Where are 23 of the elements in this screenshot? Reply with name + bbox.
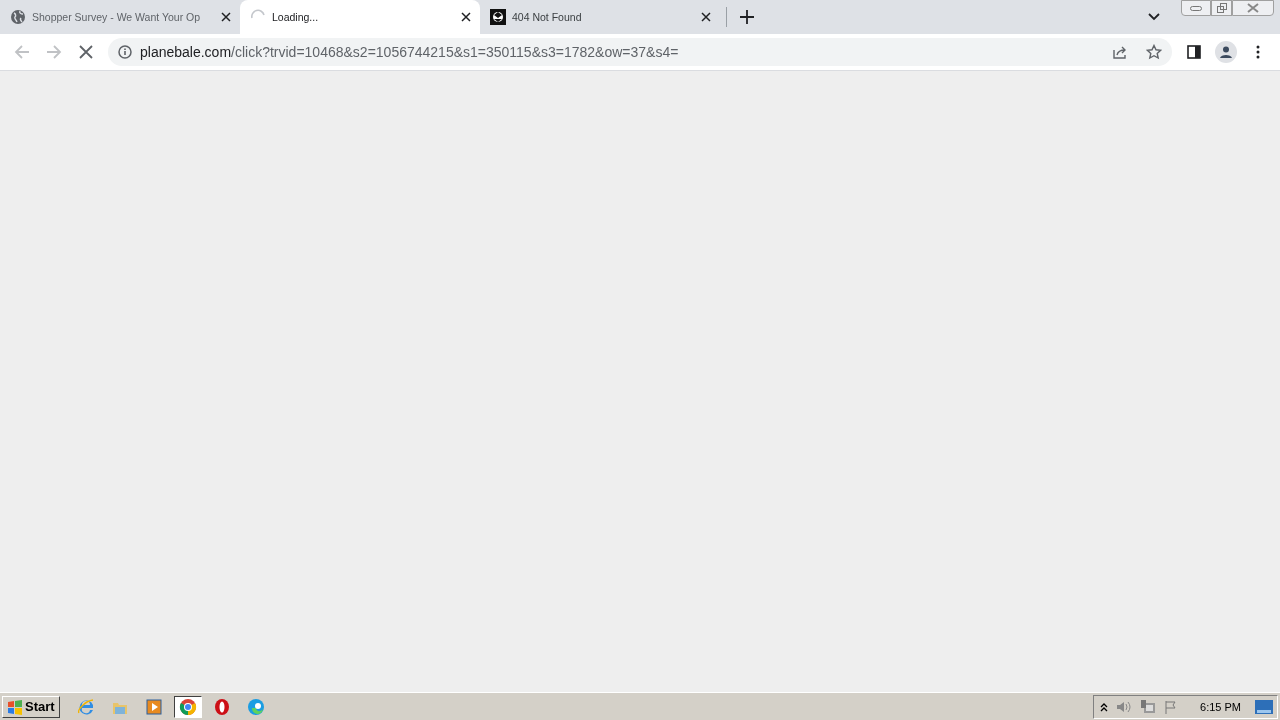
show-desktop-icon[interactable] bbox=[1255, 699, 1273, 714]
windows-logo-icon bbox=[7, 698, 23, 715]
browser-tab[interactable]: Loading... bbox=[240, 0, 480, 34]
address-bar[interactable]: planebale.com/click?trvid=10468&s2=1056744215&s1=350115&s3=1782&ow=37&s4= bbox=[108, 38, 1172, 66]
close-button[interactable] bbox=[1232, 0, 1274, 16]
restore-icon bbox=[1216, 3, 1227, 13]
minimize-button[interactable] bbox=[1181, 0, 1211, 16]
browser-tab[interactable]: 404 Not Found bbox=[480, 0, 720, 34]
star-icon[interactable] bbox=[1146, 44, 1162, 60]
restore-button[interactable] bbox=[1211, 0, 1232, 16]
minimize-icon bbox=[1190, 5, 1202, 11]
url-text: planebale.com/click?trvid=10468&s2=1056744215&s1=350115&s3=1782&ow=37&s4= bbox=[140, 44, 680, 60]
start-button[interactable]: Start bbox=[2, 695, 60, 718]
globe-icon bbox=[10, 9, 26, 25]
network-icon[interactable] bbox=[1140, 698, 1157, 715]
share-icon[interactable] bbox=[1112, 44, 1128, 60]
browser-icon[interactable] bbox=[173, 695, 202, 718]
close-icon bbox=[1247, 3, 1259, 13]
favicon-icon bbox=[490, 9, 506, 25]
info-icon[interactable] bbox=[118, 45, 132, 59]
browser-tab[interactable]: Shopper Survey - We Want Your Op bbox=[0, 0, 240, 34]
chevron-up-icon[interactable] bbox=[1100, 701, 1109, 712]
clock-text[interactable]: 6:15 PM bbox=[1200, 700, 1241, 713]
